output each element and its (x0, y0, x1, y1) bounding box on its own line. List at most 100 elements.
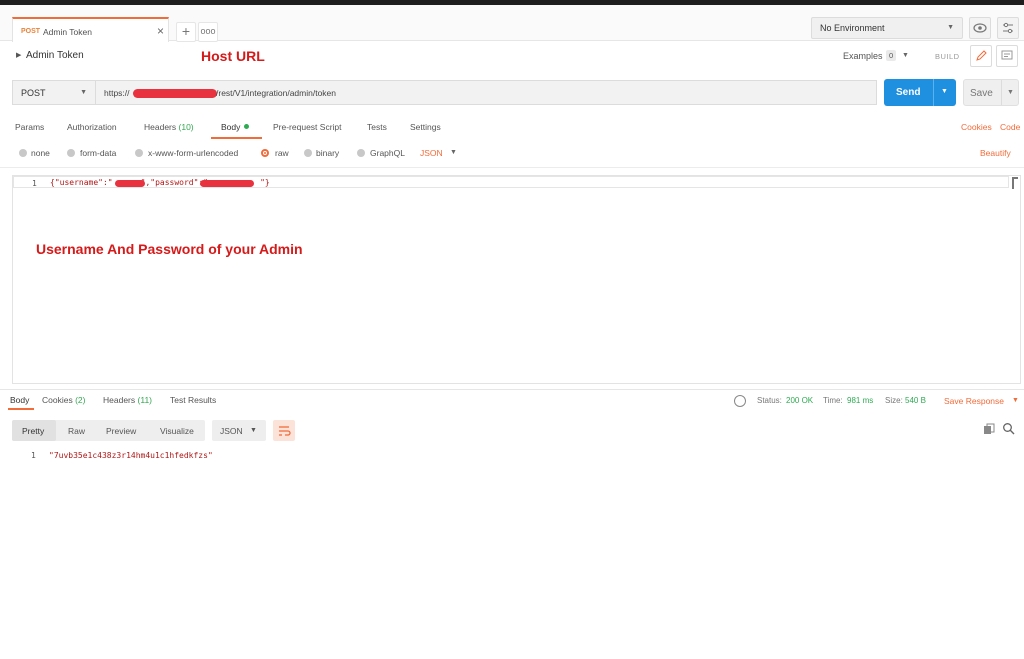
active-tab-underline (211, 137, 262, 139)
radio-form-data-label[interactable]: form-data (80, 148, 116, 158)
edit-button[interactable] (970, 45, 992, 67)
environment-select[interactable]: No Environment ▼ (811, 17, 963, 39)
code-part-username-key: {"username":" (50, 178, 113, 187)
url-prefix: https:// (104, 88, 130, 98)
radio-graphql-label[interactable]: GraphQL (370, 148, 405, 158)
response-type-select[interactable]: JSON ▼ (212, 420, 266, 441)
body-mode-row: none form-data x-www-form-urlencoded raw… (0, 144, 1024, 162)
tab-method: POST (21, 28, 41, 35)
status-label: Status: (757, 396, 782, 405)
radio-graphql[interactable] (357, 149, 365, 157)
more-icon: ooo (200, 26, 216, 36)
code-part-password-key: ","password":" (140, 178, 209, 187)
tab-authorization[interactable]: Authorization (67, 122, 117, 132)
radio-none-label[interactable]: none (31, 148, 50, 158)
size-value[interactable]: 540 B (905, 396, 926, 405)
cookies-link[interactable]: Cookies (961, 122, 992, 132)
request-name[interactable]: Admin Token (26, 50, 84, 61)
comment-icon (1001, 50, 1013, 60)
tab-params[interactable]: Params (15, 122, 44, 132)
status-value: 200 OK (786, 396, 814, 405)
view-preview-button[interactable]: Preview (106, 426, 136, 436)
redaction-mark (115, 180, 145, 187)
tab-name: Admin Token (43, 27, 92, 37)
sliders-icon (1003, 22, 1013, 34)
tab-body[interactable]: Body (221, 122, 250, 132)
chevron-down-icon[interactable]: ▼ (941, 88, 948, 95)
radio-binary[interactable] (304, 149, 312, 157)
send-label: Send (896, 87, 921, 98)
tab-prerequest-script[interactable]: Pre-request Script (273, 122, 342, 132)
examples-button[interactable]: Examples (843, 51, 883, 61)
method-select[interactable]: POST ▼ (12, 80, 95, 105)
request-body-editor[interactable]: 1 {"username":" ","password":" "} (12, 175, 1021, 384)
response-headers-label: Headers (103, 395, 136, 405)
text-cursor-icon (1012, 177, 1018, 189)
radio-urlencoded[interactable] (135, 149, 143, 157)
examples-count: 0 (886, 50, 897, 61)
redaction-mark (200, 180, 254, 187)
chevron-down-icon[interactable]: ▼ (450, 149, 457, 156)
chevron-down-icon[interactable]: ▼ (1007, 89, 1014, 96)
size-label: Size: (885, 396, 903, 405)
code-link[interactable]: Code (1000, 122, 1020, 132)
response-tab-headers[interactable]: Headers (11) (103, 395, 152, 405)
comments-button[interactable] (996, 45, 1018, 67)
radio-form-data[interactable] (67, 149, 75, 157)
response-line-number: 1 (31, 451, 36, 460)
tab-headers[interactable]: Headers (10) (144, 122, 194, 132)
tab-settings[interactable]: Settings (410, 122, 441, 132)
chevron-down-icon[interactable]: ▼ (1012, 397, 1019, 404)
radio-raw[interactable] (261, 149, 269, 157)
expand-caret-icon[interactable]: ▶ (16, 51, 21, 59)
response-tab-cookies[interactable]: Cookies (2) (42, 395, 85, 405)
view-visualize-button[interactable]: Visualize (160, 426, 194, 436)
request-tabs: Params Authorization Headers (10) Body P… (0, 118, 1024, 140)
pencil-icon (976, 50, 987, 61)
host-url-annotation: Host URL (201, 48, 265, 64)
divider (0, 167, 1024, 168)
send-separator (933, 79, 934, 106)
search-icon[interactable] (1002, 422, 1015, 435)
radio-raw-label[interactable]: raw (275, 148, 289, 158)
response-cookies-label: Cookies (42, 395, 73, 405)
eye-icon (973, 23, 987, 33)
tab-tests[interactable]: Tests (367, 122, 387, 132)
chevron-down-icon[interactable]: ▼ (902, 52, 909, 59)
time-value[interactable]: 981 ms (847, 396, 873, 405)
globe-icon[interactable] (734, 395, 746, 407)
beautify-link[interactable]: Beautify (980, 148, 1011, 158)
response-tab-body[interactable]: Body (10, 395, 29, 405)
radio-urlencoded-label[interactable]: x-www-form-urlencoded (148, 148, 238, 158)
response-tab-test-results[interactable]: Test Results (170, 395, 216, 405)
response-type-selected: JSON (220, 426, 243, 436)
url-path: /rest/V1/integration/admin/token (216, 88, 337, 98)
manage-environments-button[interactable] (997, 17, 1019, 39)
tab-options-button[interactable]: ooo (198, 22, 218, 42)
environment-quick-look-button[interactable] (969, 17, 991, 39)
view-pretty-button[interactable]: Pretty (22, 426, 44, 436)
request-name-row: ▶ Admin Token Host URL Examples 0 ▼ BUIL… (0, 42, 1024, 70)
radio-binary-label[interactable]: binary (316, 148, 339, 158)
save-response-button[interactable]: Save Response (944, 396, 1004, 406)
chevron-down-icon: ▼ (80, 89, 87, 96)
plus-icon: + (181, 23, 191, 39)
close-icon[interactable]: × (157, 24, 164, 38)
view-raw-button[interactable]: Raw (68, 426, 85, 436)
redaction-mark (133, 89, 217, 98)
send-button[interactable]: Send ▼ (884, 79, 956, 106)
divider (0, 389, 1024, 390)
body-type-select[interactable]: JSON (420, 148, 443, 158)
tab-headers-label: Headers (144, 122, 177, 132)
save-button[interactable]: Save ▼ (963, 79, 1019, 106)
save-separator (1001, 80, 1002, 105)
build-mode-label[interactable]: BUILD (935, 52, 960, 61)
radio-none[interactable] (19, 149, 27, 157)
new-tab-button[interactable]: + (176, 22, 196, 42)
response-body-text[interactable]: "7uvb35e1c438z3r14hm4u1c1hfedkfzs" (49, 451, 213, 460)
credentials-annotation: Username And Password of your Admin (36, 241, 303, 257)
chevron-down-icon: ▼ (250, 427, 257, 434)
wrap-lines-button[interactable] (273, 420, 295, 441)
url-input[interactable]: https:// /rest/V1/integration/admin/toke… (95, 80, 877, 105)
copy-icon[interactable] (983, 423, 995, 435)
